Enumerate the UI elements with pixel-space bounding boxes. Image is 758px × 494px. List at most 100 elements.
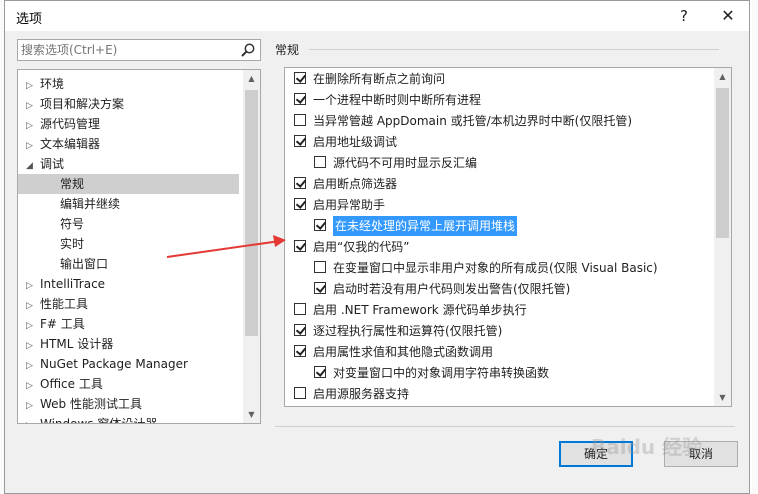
checkbox-checked-icon[interactable] bbox=[294, 240, 306, 252]
option-row[interactable]: 启用源服务器支持 bbox=[285, 384, 713, 404]
tree-item[interactable]: 实时 bbox=[18, 234, 239, 254]
option-row[interactable]: 在未经处理的异常上展开调用堆栈 bbox=[285, 216, 713, 236]
option-row[interactable]: 启用地址级调试 bbox=[285, 132, 713, 152]
background-window-strip-right bbox=[752, 0, 758, 494]
option-label: 在变量窗口中显示非用户对象的所有成员(仅限 Visual Basic) bbox=[333, 261, 658, 275]
option-row[interactable]: 启动时若没有用户代码则发出警告(仅限托管) bbox=[285, 279, 713, 299]
tree-item[interactable]: ▷ 项目和解决方案 bbox=[18, 94, 239, 114]
option-label: 逐过程执行属性和运算符(仅限托管) bbox=[313, 324, 503, 338]
tree-item[interactable]: ▷ Web 性能测试工具 bbox=[18, 394, 239, 414]
option-row[interactable]: 启用属性求值和其他隐式函数调用 bbox=[285, 342, 713, 362]
section-title: 常规 bbox=[275, 43, 300, 57]
scroll-down-arrow-icon[interactable]: ▼ bbox=[714, 389, 731, 406]
search-icon[interactable] bbox=[240, 42, 256, 58]
tree-item-label: 性能工具 bbox=[40, 297, 89, 311]
option-label: 当异常管越 AppDomain 或托管/本机边界时中断(仅限托管) bbox=[313, 114, 633, 128]
option-row[interactable]: 在删除所有断点之前询问 bbox=[285, 69, 713, 89]
scroll-up-arrow-icon[interactable]: ▲ bbox=[243, 70, 260, 87]
tree-item-label: HTML 设计器 bbox=[40, 337, 114, 351]
tree-item[interactable]: ▷ 源代码管理 bbox=[18, 114, 239, 134]
option-row[interactable]: 启用断点筛选器 bbox=[285, 174, 713, 194]
section-divider bbox=[309, 49, 719, 50]
checkbox-unchecked-icon[interactable] bbox=[294, 303, 306, 315]
checkbox-checked-icon[interactable] bbox=[294, 135, 306, 147]
options-scrollbar[interactable]: ▲ ▼ bbox=[714, 68, 731, 406]
expand-arrow-icon[interactable]: ▷ bbox=[26, 396, 40, 416]
tree-item[interactable]: ▷ Office 工具 bbox=[18, 374, 239, 394]
help-button[interactable]: ? bbox=[673, 5, 695, 27]
tree-item[interactable]: ▷ 性能工具 bbox=[18, 294, 239, 314]
option-row[interactable]: 源代码不可用时显示反汇编 bbox=[285, 153, 713, 173]
checkbox-checked-icon[interactable] bbox=[294, 177, 306, 189]
tree-item[interactable]: 符号 bbox=[18, 214, 239, 234]
option-label: 源代码不可用时显示反汇编 bbox=[333, 156, 478, 170]
tree-item-label: NuGet Package Manager bbox=[40, 357, 188, 371]
tree-scrollbar[interactable]: ▲ ▼ bbox=[243, 70, 260, 423]
expand-arrow-icon[interactable]: ▷ bbox=[26, 336, 40, 356]
checkbox-checked-icon[interactable] bbox=[294, 93, 306, 105]
checkbox-checked-icon[interactable] bbox=[294, 345, 306, 357]
expand-arrow-icon[interactable]: ▷ bbox=[26, 416, 40, 423]
tree-item[interactable]: ◢ 调试 bbox=[18, 154, 239, 174]
expand-arrow-icon[interactable]: ▷ bbox=[26, 276, 40, 296]
scroll-thumb[interactable] bbox=[245, 90, 258, 336]
footer-divider bbox=[275, 426, 735, 427]
expand-arrow-icon[interactable]: ▷ bbox=[26, 316, 40, 336]
checkbox-checked-icon[interactable] bbox=[314, 219, 326, 231]
tree-item[interactable]: ▷ IntelliTrace bbox=[18, 274, 239, 294]
close-button[interactable]: ✕ bbox=[717, 5, 739, 27]
tree-item[interactable]: ▷ 环境 bbox=[18, 74, 239, 94]
expand-arrow-icon[interactable]: ▷ bbox=[26, 96, 40, 116]
option-row[interactable]: 对变量窗口中的对象调用字符串转换函数 bbox=[285, 363, 713, 383]
tree-item-label: 环境 bbox=[40, 77, 65, 91]
scroll-down-arrow-icon[interactable]: ▼ bbox=[243, 406, 260, 423]
tree-item[interactable]: ▷ HTML 设计器 bbox=[18, 334, 239, 354]
tree-item-label: Web 性能测试工具 bbox=[40, 397, 142, 411]
search-input[interactable] bbox=[21, 42, 231, 58]
checkbox-unchecked-icon[interactable] bbox=[314, 261, 326, 273]
option-label: 启用源服务器支持 bbox=[313, 387, 410, 401]
tree-item-label: 输出窗口 bbox=[60, 257, 109, 271]
option-row[interactable]: 一个进程中断时则中断所有进程 bbox=[285, 90, 713, 110]
option-row[interactable]: 启用“仅我的代码” bbox=[285, 237, 713, 257]
option-row[interactable]: 当异常管越 AppDomain 或托管/本机边界时中断(仅限托管) bbox=[285, 111, 713, 131]
expand-arrow-icon[interactable]: ▷ bbox=[26, 116, 40, 136]
option-label: 一个进程中断时则中断所有进程 bbox=[313, 93, 482, 107]
tree-item[interactable]: ▷ 文本编辑器 bbox=[18, 134, 239, 154]
option-label: 启用“仅我的代码” bbox=[313, 240, 410, 254]
checkbox-unchecked-icon[interactable] bbox=[314, 156, 326, 168]
option-row[interactable]: 逐过程执行属性和运算符(仅限托管) bbox=[285, 321, 713, 341]
tree-item[interactable]: 输出窗口 bbox=[18, 254, 239, 274]
checkbox-unchecked-icon[interactable] bbox=[294, 114, 306, 126]
category-tree[interactable]: ▷Windows 窗体设计器▷Web 性能测试工具▷Office 工具▷NuGe… bbox=[17, 69, 261, 424]
tree-item-label: 实时 bbox=[60, 237, 85, 251]
search-box[interactable] bbox=[17, 39, 261, 61]
tree-item[interactable]: 编辑并继续 bbox=[18, 194, 239, 214]
checkbox-checked-icon[interactable] bbox=[314, 282, 326, 294]
option-row[interactable]: 在变量窗口中显示非用户对象的所有成员(仅限 Visual Basic) bbox=[285, 258, 713, 278]
option-label: 启动时若没有用户代码则发出警告(仅限托管) bbox=[333, 282, 571, 296]
expand-arrow-icon[interactable]: ▷ bbox=[26, 76, 40, 96]
checkbox-unchecked-icon[interactable] bbox=[294, 387, 306, 399]
tree-item[interactable]: ▷ NuGet Package Manager bbox=[18, 354, 239, 374]
tree-item[interactable]: ▷Windows 窗体设计器 bbox=[18, 414, 239, 423]
collapse-arrow-icon[interactable]: ◢ bbox=[26, 156, 40, 176]
expand-arrow-icon[interactable]: ▷ bbox=[26, 376, 40, 396]
checkbox-checked-icon[interactable] bbox=[314, 366, 326, 378]
expand-arrow-icon[interactable]: ▷ bbox=[26, 356, 40, 376]
option-label: 在删除所有断点之前询问 bbox=[313, 72, 446, 86]
scroll-up-arrow-icon[interactable]: ▲ bbox=[714, 68, 731, 85]
option-row[interactable]: 启用 .NET Framework 源代码单步执行 bbox=[285, 300, 713, 320]
scroll-thumb[interactable] bbox=[716, 88, 729, 238]
tree-item[interactable]: 常规 bbox=[18, 174, 239, 194]
checkbox-checked-icon[interactable] bbox=[294, 324, 306, 336]
tree-item-label: F# 工具 bbox=[40, 317, 85, 331]
expand-arrow-icon[interactable]: ▷ bbox=[26, 296, 40, 316]
tree-item[interactable]: ▷ F# 工具 bbox=[18, 314, 239, 334]
title-bar: 选项 ? ✕ bbox=[5, 1, 749, 31]
checkbox-checked-icon[interactable] bbox=[294, 72, 306, 84]
checkbox-checked-icon[interactable] bbox=[294, 198, 306, 210]
option-row[interactable]: 启用异常助手 bbox=[285, 195, 713, 215]
tree-item-label: 文本编辑器 bbox=[40, 137, 101, 151]
expand-arrow-icon[interactable]: ▷ bbox=[26, 136, 40, 156]
